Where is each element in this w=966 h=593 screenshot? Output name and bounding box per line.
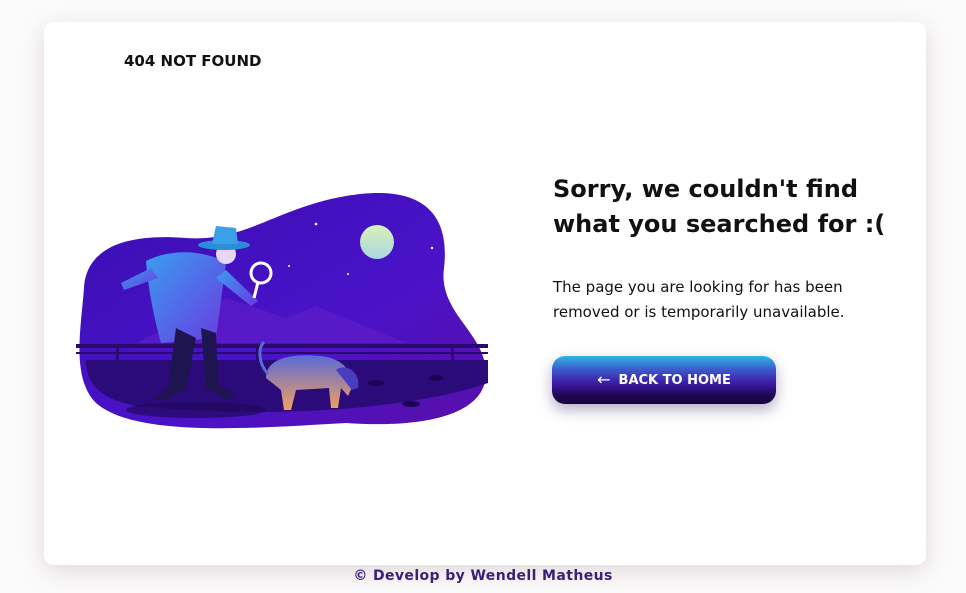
page-title: 404 NOT FOUND xyxy=(124,52,262,70)
moon-icon xyxy=(360,225,394,259)
arrow-left-icon: ← xyxy=(597,370,611,389)
error-card: 404 NOT FOUND Sorry, we couldn't find wh… xyxy=(44,22,926,565)
back-to-home-button[interactable]: ← BACK TO HOME xyxy=(552,356,776,404)
detective-illustration xyxy=(76,138,488,438)
footer-credit: © Develop by Wendell Matheus xyxy=(353,568,613,584)
error-message: The page you are looking for has been re… xyxy=(553,278,845,321)
back-to-home-label: BACK TO HOME xyxy=(618,372,731,388)
error-headline: Sorry, we couldn't find what you searche… xyxy=(553,175,886,238)
